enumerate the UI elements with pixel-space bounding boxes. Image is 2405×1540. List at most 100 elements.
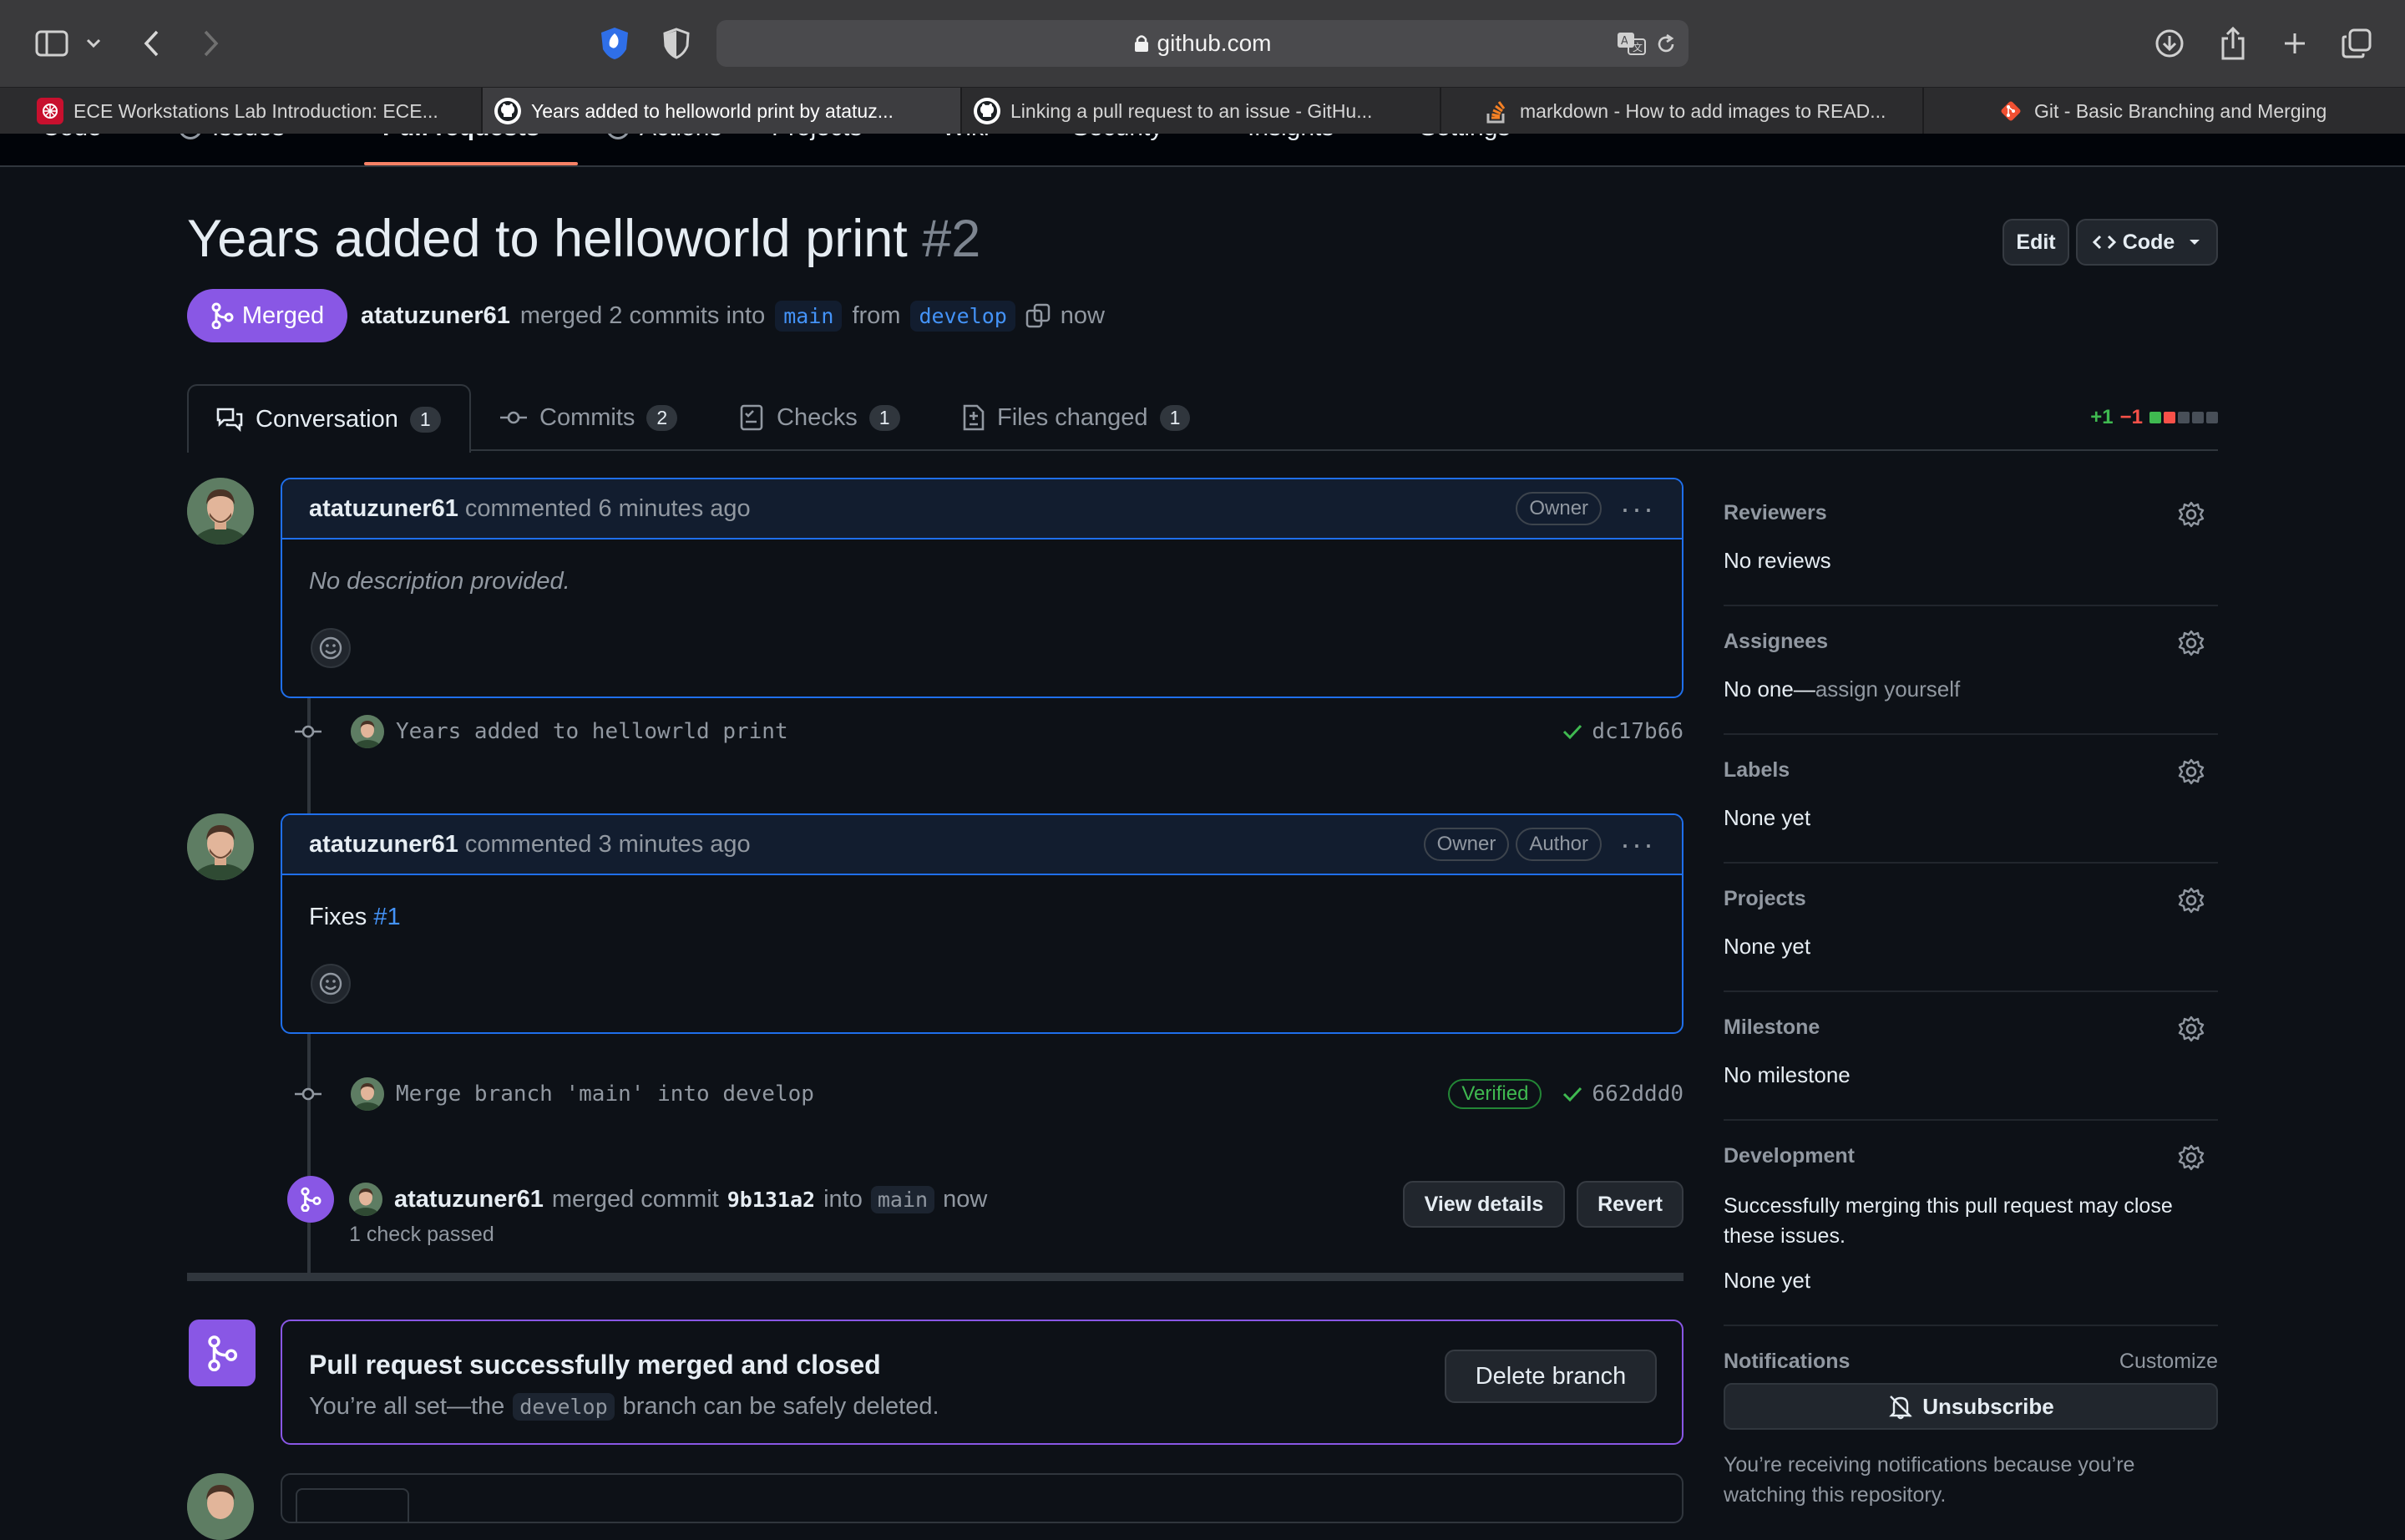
avatar[interactable] xyxy=(351,715,384,748)
commit-sha[interactable]: Verified 662ddd0 xyxy=(1448,1079,1684,1109)
issue-link[interactable]: #1 xyxy=(373,904,400,930)
comment-meta[interactable]: commented 6 minutes ago xyxy=(465,495,751,523)
browser-tab-bar: ECE Workstations Lab Introduction: ECE..… xyxy=(0,87,2405,134)
head-branch[interactable]: develop xyxy=(910,300,1015,332)
new-tab-button[interactable] xyxy=(2273,22,2316,65)
address-bar[interactable]: github.com A文 xyxy=(716,20,1689,67)
browser-tab[interactable]: markdown - How to add images to READ... xyxy=(1441,88,1924,134)
kebab-menu-icon[interactable]: ··· xyxy=(1620,827,1655,862)
repo-nav-security[interactable]: Security xyxy=(1072,134,1162,142)
browser-tab[interactable]: Linking a pull request to an issue - Git… xyxy=(962,88,1441,134)
merge-icon xyxy=(301,1187,322,1212)
browser-toolbar: github.com A文 xyxy=(0,0,2405,87)
browser-tab[interactable]: Git - Basic Branching and Merging xyxy=(1924,88,2405,134)
comment-meta[interactable]: commented 3 minutes ago xyxy=(465,831,751,859)
repo-nav-insights[interactable]: Insights xyxy=(1248,134,1334,142)
base-branch[interactable]: main xyxy=(775,300,843,332)
kebab-menu-icon[interactable]: ··· xyxy=(1620,491,1655,526)
comment-author[interactable]: atatuzuner61 xyxy=(309,495,458,523)
commit-sha[interactable]: dc17b66 xyxy=(1562,719,1684,744)
chevron-down-icon xyxy=(86,38,101,48)
comment-author[interactable]: atatuzuner61 xyxy=(309,831,458,859)
pr-number: #2 xyxy=(922,210,981,268)
avatar[interactable] xyxy=(349,1183,382,1216)
tab-title: markdown - How to add images to READ... xyxy=(1520,99,1886,122)
tab-title: Git - Basic Branching and Merging xyxy=(2034,99,2327,122)
privacy-button[interactable] xyxy=(655,22,698,65)
repo-nav-projects[interactable]: Projects xyxy=(772,134,862,142)
code-button[interactable]: Code xyxy=(2076,219,2218,266)
development-heading[interactable]: Development xyxy=(1724,1144,1855,1168)
merger-author[interactable]: atatuzuner61 xyxy=(394,1186,544,1213)
translate-icon[interactable]: A文 xyxy=(1617,32,1647,55)
avatar[interactable] xyxy=(187,478,254,545)
tab-conversation[interactable]: Conversation 1 xyxy=(187,384,471,453)
checklist-icon xyxy=(740,404,763,431)
gear-icon[interactable] xyxy=(2178,1016,2205,1042)
repo-nav-pull-requests[interactable]: Pull requests xyxy=(382,134,539,142)
edit-button[interactable]: Edit xyxy=(2002,219,2069,266)
downloads-button[interactable] xyxy=(2148,22,2191,65)
repo-nav-actions[interactable]: Actions xyxy=(606,134,722,142)
tab-title: ECE Workstations Lab Introduction: ECE..… xyxy=(73,99,438,122)
browser-tab[interactable]: Years added to helloworld print by atatu… xyxy=(483,88,962,134)
repo-nav-issues[interactable]: Issues xyxy=(179,134,285,142)
customize-link[interactable]: Customize xyxy=(2119,1350,2218,1374)
gear-icon[interactable] xyxy=(2178,501,2205,528)
author-link[interactable]: atatuzuner61 xyxy=(361,302,510,330)
back-button[interactable] xyxy=(130,22,174,65)
projects-heading[interactable]: Projects xyxy=(1724,887,1806,911)
repo-nav-wiki[interactable]: Wiki xyxy=(942,134,990,142)
diff-added: +1 xyxy=(2090,406,2114,428)
merge-commit-sha[interactable]: 9b131a2 xyxy=(727,1188,815,1212)
view-details-button[interactable]: View details xyxy=(1403,1181,1565,1228)
gear-icon[interactable] xyxy=(2178,630,2205,656)
development-value: None yet xyxy=(1724,1268,1811,1293)
merge-target-branch[interactable]: main xyxy=(870,1185,935,1213)
extension-button[interactable] xyxy=(593,22,636,65)
avatar[interactable] xyxy=(187,813,254,880)
commit-message[interactable]: Merge branch 'main' into develop xyxy=(396,1082,814,1107)
milestone-heading[interactable]: Milestone xyxy=(1724,1016,1820,1040)
labels-heading[interactable]: Labels xyxy=(1724,758,1790,783)
copy-icon[interactable] xyxy=(1025,303,1051,328)
new-comment-box[interactable] xyxy=(281,1473,1684,1523)
repo-nav: Code Issues Pull requests Actions Projec… xyxy=(0,134,2405,167)
revert-button[interactable]: Revert xyxy=(1577,1181,1684,1228)
owner-badge: Owner xyxy=(1516,492,1602,525)
labels-value: None yet xyxy=(1724,805,1811,830)
reviewers-heading[interactable]: Reviewers xyxy=(1724,501,1827,525)
add-reaction-button[interactable] xyxy=(311,628,351,668)
gear-icon[interactable] xyxy=(2178,887,2205,914)
avatar[interactable] xyxy=(351,1077,384,1111)
delete-branch-button[interactable]: Delete branch xyxy=(1445,1350,1657,1403)
sidebar-menu-button[interactable] xyxy=(77,22,110,65)
timeline-end-divider xyxy=(187,1273,1684,1281)
branch-chip: develop xyxy=(513,1393,615,1421)
gear-icon[interactable] xyxy=(2178,758,2205,785)
repo-nav-settings[interactable]: Settings xyxy=(1420,134,1510,142)
unsubscribe-button[interactable]: Unsubscribe xyxy=(1724,1383,2218,1430)
tab-overview-button[interactable] xyxy=(2335,22,2378,65)
checks-passed[interactable]: 1 check passed xyxy=(349,1223,494,1247)
add-reaction-button[interactable] xyxy=(311,964,351,1004)
browser-tab[interactable]: ECE Workstations Lab Introduction: ECE..… xyxy=(25,88,483,134)
reload-icon[interactable] xyxy=(1655,33,1677,55)
commit-message[interactable]: Years added to hellowrld print xyxy=(396,719,788,744)
forward-button[interactable] xyxy=(189,22,232,65)
assign-yourself-link[interactable]: assign yourself xyxy=(1815,676,1960,702)
avatar[interactable] xyxy=(187,1473,254,1540)
repo-nav-code[interactable]: Code xyxy=(42,134,102,142)
tab-checks[interactable]: Checks 1 xyxy=(740,384,900,451)
tab-files-changed[interactable]: Files changed 1 xyxy=(962,384,1191,451)
reviewers-section: Reviewers No reviews xyxy=(1724,501,2218,606)
sidebar-toggle-button[interactable] xyxy=(30,22,73,65)
verified-badge[interactable]: Verified xyxy=(1448,1079,1542,1109)
assignees-heading[interactable]: Assignees xyxy=(1724,630,1828,654)
write-tab[interactable] xyxy=(296,1488,409,1522)
gear-icon[interactable] xyxy=(2178,1144,2205,1171)
assignees-section: Assignees No one—assign yourself xyxy=(1724,630,2218,735)
share-button[interactable] xyxy=(2211,22,2255,65)
tab-commits[interactable]: Commits 2 xyxy=(499,384,678,451)
file-diff-icon xyxy=(963,404,985,431)
